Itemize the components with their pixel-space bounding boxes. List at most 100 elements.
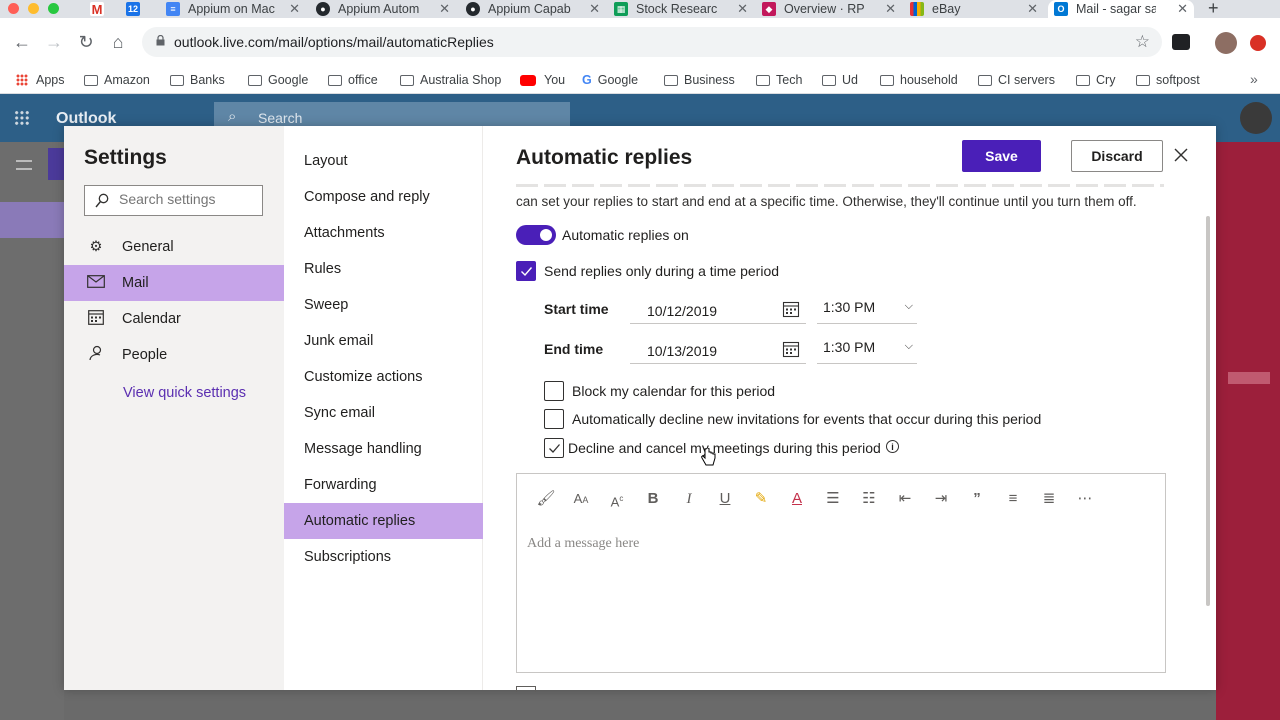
close-icon[interactable] [1170, 144, 1192, 166]
subnav-message-handling[interactable]: Message handling [284, 431, 483, 467]
browser-tab[interactable]: ● Appium Capab ✕ [460, 0, 606, 18]
close-window-button[interactable] [8, 3, 19, 14]
browser-tab[interactable]: ◆ Overview · RP ✕ [756, 0, 902, 18]
subnav-customize-actions[interactable]: Customize actions [284, 359, 483, 395]
align-center-icon[interactable]: ≣ [1038, 488, 1060, 510]
save-button[interactable]: Save [962, 140, 1041, 172]
start-date-field[interactable]: 10/12/2019 [630, 296, 806, 324]
automatic-replies-toggle[interactable] [516, 225, 556, 245]
subnav-rules[interactable]: Rules [284, 251, 483, 287]
message-editor[interactable]: 🖌 AA Ac B I U ✎ A ☰ ☷ ⇤ ⇥ ” ≡ ≣ ⋯ Add a … [516, 473, 1166, 673]
browser-tab-active[interactable]: O Mail - sagar sa ✕ [1048, 0, 1194, 18]
bookmark-youtube[interactable]: You [520, 73, 565, 87]
browser-tab[interactable]: ≡ Appium on Mac ✕ [160, 0, 306, 18]
app-launcher-icon[interactable] [14, 110, 30, 126]
forward-button[interactable]: → [44, 32, 64, 53]
settings-search-box[interactable] [84, 185, 263, 216]
start-time-dropdown[interactable]: 1:30 PM ⌵ [817, 296, 917, 324]
bookmark-business[interactable]: Business [664, 73, 735, 87]
bookmark-google[interactable]: G Google [582, 73, 638, 87]
subnav-forwarding[interactable]: Forwarding [284, 467, 483, 503]
align-left-icon[interactable]: ≡ [1002, 488, 1024, 510]
bookmark-softpost[interactable]: softpost [1136, 73, 1200, 87]
close-tab-icon[interactable]: ✕ [1177, 1, 1188, 17]
bookmark-office[interactable]: office [328, 73, 378, 87]
category-mail[interactable]: Mail [64, 265, 284, 301]
close-tab-icon[interactable]: ✕ [289, 1, 300, 17]
category-calendar[interactable]: Calendar [64, 301, 284, 337]
calendar-icon[interactable] [782, 300, 800, 318]
bookmark-ci-servers[interactable]: CI servers [978, 73, 1055, 87]
close-tab-icon[interactable]: ✕ [885, 1, 896, 17]
subnav-attachments[interactable]: Attachments [284, 215, 483, 251]
category-general[interactable]: ⚙ General [64, 229, 284, 265]
category-people[interactable]: People [64, 337, 284, 373]
decline-invites-checkbox[interactable] [544, 409, 564, 429]
home-button[interactable]: ⌂ [108, 32, 128, 53]
browser-tab[interactable]: ● Appium Autom ✕ [310, 0, 456, 18]
highlight-icon[interactable]: ✎ [750, 488, 772, 510]
bookmark-household[interactable]: household [880, 73, 958, 87]
font-color-icon[interactable]: A [786, 488, 808, 510]
subnav-sweep[interactable]: Sweep [284, 287, 483, 323]
subnav-compose-and-reply[interactable]: Compose and reply [284, 179, 483, 215]
calendar-icon[interactable] [782, 340, 800, 358]
omnibox[interactable]: outlook.live.com/mail/options/mail/autom… [142, 27, 1162, 57]
bookmark-apps[interactable]: Apps [16, 73, 65, 87]
increase-indent-icon[interactable]: ⇥ [930, 488, 952, 510]
browser-tab[interactable]: 12 [120, 0, 160, 18]
view-quick-settings-link[interactable]: View quick settings [123, 385, 246, 401]
subnav-layout[interactable]: Layout [284, 143, 483, 179]
settings-search-input[interactable] [119, 191, 259, 207]
decrease-indent-icon[interactable]: ⇤ [894, 488, 916, 510]
subnav-junk-email[interactable]: Junk email [284, 323, 483, 359]
close-tab-icon[interactable]: ✕ [737, 1, 748, 17]
new-tab-button[interactable]: + [1208, 0, 1219, 19]
minimize-window-button[interactable] [28, 3, 39, 14]
bookmark-banks[interactable]: Banks [170, 73, 225, 87]
bookmark-ud[interactable]: Ud [822, 73, 858, 87]
zoom-window-button[interactable] [48, 3, 59, 14]
content-scrollbar[interactable] [1206, 216, 1210, 606]
close-tab-icon[interactable]: ✕ [1027, 1, 1038, 17]
italic-icon[interactable]: I [678, 488, 700, 510]
subnav-subscriptions[interactable]: Subscriptions [284, 539, 483, 575]
bookmark-tech[interactable]: Tech [756, 73, 802, 87]
quote-icon[interactable]: ” [966, 488, 988, 510]
underline-icon[interactable]: U [714, 488, 736, 510]
bookmark-label: Australia Shop [420, 73, 502, 87]
decline-cancel-checkbox[interactable] [544, 438, 564, 458]
bookmark-amazon[interactable]: Amazon [84, 73, 150, 87]
extension-icon[interactable] [1172, 34, 1190, 50]
discard-button[interactable]: Discard [1071, 140, 1163, 172]
font-icon[interactable]: AA [570, 488, 592, 510]
subnav-sync-email[interactable]: Sync email [284, 395, 483, 431]
reload-button[interactable]: ↻ [76, 32, 96, 53]
bookmarks-overflow-icon[interactable]: » [1250, 71, 1258, 87]
block-calendar-checkbox[interactable] [544, 381, 564, 401]
bookmark-australia-shop[interactable]: Australia Shop [400, 73, 501, 87]
bookmark-cry[interactable]: Cry [1076, 73, 1115, 87]
close-tab-icon[interactable]: ✕ [439, 1, 450, 17]
end-date-field[interactable]: 10/13/2019 [630, 336, 806, 364]
owa-avatar[interactable] [1240, 102, 1272, 134]
end-time-dropdown[interactable]: 1:30 PM ⌵ [817, 336, 917, 364]
back-button[interactable]: ← [12, 32, 32, 53]
browser-tab[interactable]: ▦ Stock Researc ✕ [608, 0, 754, 18]
time-period-checkbox[interactable] [516, 261, 536, 281]
close-tab-icon[interactable]: ✕ [589, 1, 600, 17]
profile-avatar[interactable] [1215, 32, 1237, 54]
subnav-automatic-replies[interactable]: Automatic replies [284, 503, 483, 539]
font-size-icon[interactable]: Ac [606, 488, 628, 510]
info-icon[interactable]: i [886, 440, 899, 453]
bookmark-google-folder[interactable]: Google [248, 73, 308, 87]
browser-tab[interactable]: M [84, 0, 124, 18]
bookmark-star-icon[interactable]: ☆ [1135, 32, 1150, 52]
bold-icon[interactable]: B [642, 488, 664, 510]
format-painter-icon[interactable]: 🖌 [535, 488, 557, 510]
numbered-list-icon[interactable]: ☷ [858, 488, 880, 510]
bulleted-list-icon[interactable]: ☰ [822, 488, 844, 510]
power-icon[interactable] [1250, 35, 1266, 51]
more-options-icon[interactable]: ⋯ [1074, 488, 1096, 510]
browser-tab[interactable]: eBay ✕ [904, 0, 1044, 18]
